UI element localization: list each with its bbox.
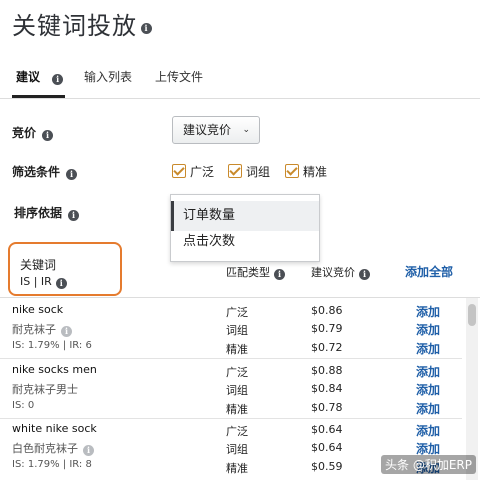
filter-label-row: 筛选条件 i	[12, 163, 78, 180]
page-title-text: 关键词投放	[12, 12, 137, 40]
add-button[interactable]: 添加	[416, 303, 440, 320]
page-title: 关键词投放 i	[12, 6, 152, 41]
filter-label: 筛选条件	[12, 165, 61, 179]
bid-cell: $0.79	[311, 322, 343, 335]
keyword-stats: IS: 0	[12, 400, 35, 411]
bid-cell: $0.78	[311, 401, 343, 414]
bid-cell: $0.88	[311, 364, 343, 377]
translation-text: 耐克袜子	[12, 323, 56, 336]
info-icon[interactable]: i	[66, 169, 78, 180]
sort-option-clicks[interactable]: 点击次数	[171, 227, 319, 257]
info-icon[interactable]: i	[52, 74, 64, 85]
match-type-cell: 广泛	[226, 425, 248, 438]
sort-label: 排序依据	[14, 206, 63, 220]
tabs-divider	[0, 98, 480, 99]
add-button[interactable]: 添加	[416, 321, 440, 338]
suggested-bid-label: 建议竞价	[311, 266, 355, 279]
checkbox-phrase[interactable]: 词组	[228, 163, 270, 180]
bid-type-value: 建议竞价	[183, 123, 232, 137]
bid-cell: $0.59	[311, 460, 343, 473]
keyword-translation: 白色耐克袜子 i	[12, 440, 94, 456]
keyword-translation: 耐克袜子男士	[12, 383, 78, 396]
add-button[interactable]: 添加	[416, 381, 440, 398]
checkbox-checked-icon[interactable]	[285, 164, 299, 178]
tab-bar: 建议 i 输入列表 上传文件	[0, 60, 480, 100]
match-type-column-header: 匹配类型 i	[226, 264, 285, 280]
checkbox-broad-label: 广泛	[190, 165, 215, 179]
checkbox-checked-icon[interactable]	[228, 164, 242, 178]
keyword-stats: IS: 1.79% | IR: 6	[12, 340, 92, 351]
tab-suggestions[interactable]: 建议 i	[16, 68, 64, 85]
match-type-cell: 精准	[226, 462, 248, 475]
keyword-text: nike socks men	[12, 363, 97, 376]
match-type-cell: 广泛	[226, 306, 248, 319]
sort-dropdown-menu: 订单数量 点击次数	[170, 194, 320, 262]
checkbox-exact[interactable]: 精准	[285, 163, 327, 180]
add-all-button[interactable]: 添加全部	[405, 263, 453, 280]
bid-cell: $0.84	[311, 382, 343, 395]
match-type-cell: 词组	[226, 324, 248, 337]
sort-label-row: 排序依据 i	[14, 204, 80, 221]
info-icon[interactable]: i	[359, 269, 370, 280]
keyword-translation: 耐克袜子 i	[12, 321, 72, 337]
info-icon[interactable]: i	[42, 130, 54, 141]
info-icon[interactable]: i	[83, 445, 94, 456]
tab-suggestions-label: 建议	[16, 70, 41, 84]
match-type-cell: 精准	[226, 403, 248, 416]
checkbox-phrase-label: 词组	[246, 165, 271, 179]
keyword-text: nike sock	[12, 303, 64, 316]
info-icon[interactable]: i	[61, 326, 72, 337]
info-icon[interactable]: i	[68, 210, 80, 221]
bid-type-dropdown[interactable]: 建议竞价 ⌄	[172, 116, 260, 144]
bid-label: 竞价	[12, 126, 37, 140]
info-icon[interactable]: i	[141, 23, 152, 34]
tab-upload-file[interactable]: 上传文件	[155, 68, 203, 85]
bid-label-row: 竞价 i	[12, 124, 54, 141]
bid-cell: $0.64	[311, 423, 343, 436]
keyword-text: white nike sock	[12, 422, 97, 435]
row-divider	[0, 358, 462, 359]
match-type-cell: 精准	[226, 343, 248, 356]
scrollbar-thumb[interactable]	[468, 304, 476, 326]
add-button[interactable]: 添加	[416, 363, 440, 380]
translation-text: 白色耐克袜子	[12, 442, 78, 455]
add-button[interactable]: 添加	[416, 400, 440, 417]
row-divider	[0, 418, 462, 419]
highlight-box	[8, 242, 122, 296]
match-type-cell: 词组	[226, 384, 248, 397]
checkbox-exact-label: 精准	[303, 165, 328, 179]
bid-cell: $0.86	[311, 304, 343, 317]
watermark: 头条 @积加ERP	[381, 455, 476, 474]
add-button[interactable]: 添加	[416, 422, 440, 439]
add-button[interactable]: 添加	[416, 340, 440, 357]
keyword-stats: IS: 1.79% | IR: 8	[12, 459, 92, 470]
info-icon[interactable]: i	[274, 269, 285, 280]
bid-cell: $0.72	[311, 341, 343, 354]
bid-cell: $0.64	[311, 441, 343, 454]
suggested-bid-column-header: 建议竞价 i	[311, 264, 370, 280]
checkbox-checked-icon[interactable]	[172, 164, 186, 178]
chevron-down-icon: ⌄	[242, 125, 250, 135]
tab-input-list[interactable]: 输入列表	[84, 68, 132, 85]
match-type-label: 匹配类型	[226, 266, 270, 279]
match-type-cell: 词组	[226, 443, 248, 456]
checkbox-broad[interactable]: 广泛	[172, 163, 214, 180]
match-type-cell: 广泛	[226, 366, 248, 379]
